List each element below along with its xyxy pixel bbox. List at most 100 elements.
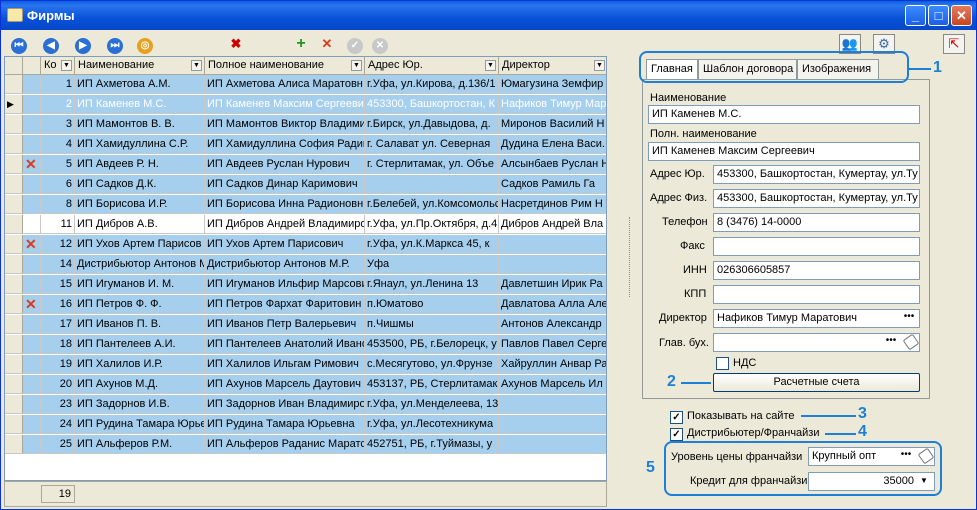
addr-legal-field[interactable]: 453300, Башкортостан, Кумертау, ул.Ту <box>713 165 920 184</box>
cell-addr[interactable]: п.Юматово <box>365 295 499 314</box>
table-row[interactable]: 19 ИП Халилов И.Р. ИП Халилов Ильгам Римов… <box>5 355 606 374</box>
cell-full[interactable]: ИП Ахметова Алиса Маратовн <box>205 75 365 94</box>
cell-name[interactable]: ИП Ахунов М.Д. <box>75 375 205 394</box>
cell-addr[interactable]: 452751, РБ, г.Туймазы, у <box>365 435 499 454</box>
cell-full[interactable]: ИП Садков Динар Каримович <box>205 175 365 194</box>
cell-dir[interactable] <box>499 435 606 454</box>
vat-checkbox[interactable] <box>716 357 729 370</box>
cell-n[interactable]: 1 <box>41 75 75 94</box>
cell-addr[interactable]: 453137, РБ, Стерлитамак <box>365 375 499 394</box>
cell-n[interactable]: 11 <box>41 215 75 234</box>
distributor-checkbox[interactable]: ✓ <box>670 428 683 441</box>
prev-record-button[interactable]: ◀ <box>40 34 62 54</box>
cell-name[interactable]: ИП Ахметова А.М. <box>75 75 205 94</box>
cell-full[interactable]: ИП Авдеев Руслан Нурович <box>205 155 365 174</box>
cell-dir[interactable]: Дудина Елена Васи. <box>499 135 606 154</box>
refresh-button[interactable]: ◎ <box>134 34 156 54</box>
cell-dir[interactable]: Садков Рамиль Га <box>499 175 606 194</box>
cell-addr[interactable]: с.Месягутово, ул.Фрунзе <box>365 355 499 374</box>
cell-name[interactable]: Дистрибьютор Антонов М <box>75 255 205 274</box>
delete-doc-button[interactable]: ✖ <box>225 34 247 54</box>
cell-full[interactable]: ИП Каменев Максим Сергеевич <box>205 95 365 114</box>
cell-n[interactable]: 8 <box>41 195 75 214</box>
cell-name[interactable]: ИП Садков Д.К. <box>75 175 205 194</box>
cell-name[interactable]: ИП Авдеев Р. Н. <box>75 155 205 174</box>
table-row[interactable]: 14 Дистрибьютор Антонов М Дистрибьютор Ант… <box>5 255 606 274</box>
post-button[interactable]: ✓ <box>344 34 366 54</box>
cell-n[interactable]: 12 <box>41 235 75 254</box>
cell-dir[interactable]: Антонов Александр <box>499 315 606 334</box>
next-record-button[interactable]: ▶ <box>72 34 94 54</box>
col-header-code[interactable]: Ко ▼ <box>41 57 75 75</box>
cell-full[interactable]: ИП Пантелеев Анатолий Ивано <box>205 335 365 354</box>
cell-n[interactable]: 25 <box>41 435 75 454</box>
fax-field[interactable] <box>713 237 920 256</box>
cell-addr[interactable]: г. Салават ул. Северная <box>365 135 499 154</box>
cell-n[interactable]: 3 <box>41 115 75 134</box>
cell-dir[interactable] <box>499 395 606 414</box>
cell-full[interactable]: ИП Рудина Тамара Юрьевна <box>205 415 365 434</box>
cell-dir[interactable]: Нафиков Тимур Мар <box>499 95 606 114</box>
cell-addr[interactable]: 453500, РБ, г.Белорецк, у <box>365 335 499 354</box>
col-header-fullname[interactable]: Полное наименование ▼ <box>205 57 365 75</box>
cell-dir[interactable]: Хайруллин Анвар Ра <box>499 355 606 374</box>
table-row[interactable]: 24 ИП Рудина Тамара Юрье ИП Рудина Тамара … <box>5 415 606 434</box>
cell-n[interactable]: 5 <box>41 155 75 174</box>
cell-addr[interactable]: г.Уфа, ул.Пр.Октября, д.4 <box>365 215 499 234</box>
cell-dir[interactable]: Юмагузина Земфир <box>499 75 606 94</box>
ellipsis-button[interactable]: ••• <box>883 335 899 350</box>
cancel-edit-button[interactable]: ✕ <box>369 34 391 54</box>
cell-n[interactable]: 2 <box>41 95 75 114</box>
col-header-address[interactable]: Адрес Юр. ▼ <box>365 57 499 75</box>
cell-dir[interactable] <box>499 415 606 434</box>
cell-full[interactable]: ИП Игуманов Ильфир Марсови <box>205 275 365 294</box>
table-row[interactable]: 4 ИП Хамидуллина С.Р. ИП Хамидуллина София… <box>5 135 606 154</box>
cell-n[interactable]: 6 <box>41 175 75 194</box>
cell-dir[interactable]: Алсынбаев Руслан Н <box>499 155 606 174</box>
splitter-handle[interactable] <box>629 217 633 297</box>
table-row[interactable]: 1 ИП Ахметова А.М. ИП Ахметова Алиса Марат… <box>5 75 606 94</box>
cell-dir[interactable]: Миронов Василий Н <box>499 115 606 134</box>
cell-name[interactable]: ИП Рудина Тамара Юрье <box>75 415 205 434</box>
dropdown-icon[interactable]: ▼ <box>594 60 605 71</box>
eraser-icon[interactable] <box>902 334 919 351</box>
close-button[interactable]: ✕ <box>951 5 972 26</box>
cell-dir[interactable]: Павлов Павел Серге <box>499 335 606 354</box>
cell-n[interactable]: 18 <box>41 335 75 354</box>
cell-name[interactable]: ИП Хамидуллина С.Р. <box>75 135 205 154</box>
cell-addr[interactable] <box>365 175 499 194</box>
cell-n[interactable]: 20 <box>41 375 75 394</box>
cell-name[interactable]: ИП Ухов Артем Парисов <box>75 235 205 254</box>
cell-full[interactable]: ИП Борисова Инна Радионовн <box>205 195 365 214</box>
table-row[interactable]: 17 ИП Иванов П. В. ИП Иванов Петр Валерьев… <box>5 315 606 334</box>
cell-full[interactable]: ИП Ухов Артем Парисович <box>205 235 365 254</box>
cell-name[interactable]: ИП Борисова И.Р. <box>75 195 205 214</box>
name-field[interactable]: ИП Каменев М.С. <box>648 105 920 124</box>
table-row[interactable]: ✕ 12 ИП Ухов Артем Парисов ИП Ухов Артем Па… <box>5 235 606 254</box>
table-row[interactable]: ✕ 16 ИП Петров Ф. Ф. ИП Петров Фархат Фарит… <box>5 295 606 314</box>
table-row[interactable]: 18 ИП Пантелеев А.И. ИП Пантелеев Анатолий… <box>5 335 606 354</box>
cell-name[interactable]: ИП Халилов И.Р. <box>75 355 205 374</box>
director-field[interactable]: Нафиков Тимур Маратович ••• <box>713 309 920 328</box>
cell-dir[interactable]: Дибров Андрей Вла <box>499 215 606 234</box>
cell-name[interactable]: ИП Мамонтов В. В. <box>75 115 205 134</box>
first-record-button[interactable]: ⏮ <box>8 34 30 54</box>
cell-full[interactable]: ИП Иванов Петр Валерьевич <box>205 315 365 334</box>
table-row[interactable]: 23 ИП Задорнов И.В. ИП Задорнов Иван Влади… <box>5 395 606 414</box>
show-on-site-checkbox[interactable]: ✓ <box>670 411 683 424</box>
cell-addr[interactable]: Уфа <box>365 255 499 274</box>
cell-addr[interactable]: г.Уфа, ул.Менделеева, 135 <box>365 395 499 414</box>
cell-dir[interactable] <box>499 255 606 274</box>
dropdown-icon[interactable]: ▼ <box>485 60 496 71</box>
cell-dir[interactable]: Насретдинов Рим Н <box>499 195 606 214</box>
table-row[interactable]: 6 ИП Садков Д.К. ИП Садков Динар Каримович… <box>5 175 606 194</box>
minimize-button[interactable]: _ <box>905 5 926 26</box>
col-header-name[interactable]: Наименование ▼ <box>75 57 205 75</box>
cell-full[interactable]: ИП Альферов Раданис Маратс <box>205 435 365 454</box>
cell-n[interactable]: 4 <box>41 135 75 154</box>
cell-addr[interactable]: г. Стерлитамак, ул. Объе <box>365 155 499 174</box>
fullname-field[interactable]: ИП Каменев Максим Сергеевич <box>648 142 920 161</box>
table-row[interactable]: 20 ИП Ахунов М.Д. ИП Ахунов Марсель Даутов… <box>5 375 606 394</box>
delete-button[interactable]: ✕ <box>316 34 338 54</box>
cell-addr[interactable]: г.Янаул, ул.Ленина 13 <box>365 275 499 294</box>
